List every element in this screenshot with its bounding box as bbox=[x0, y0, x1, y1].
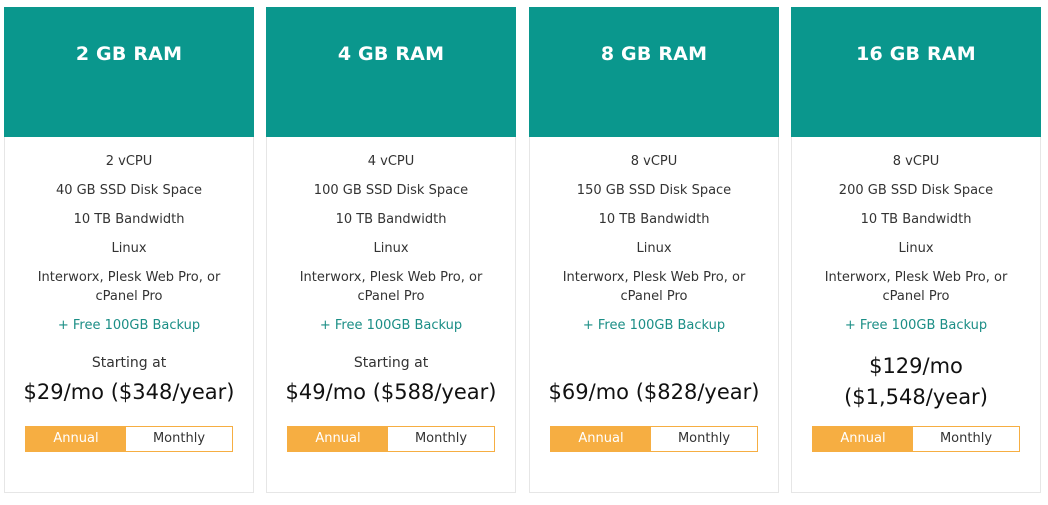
price-monthly: $49/mo bbox=[285, 380, 366, 404]
feature-control-panel: Interworx, Plesk Web Pro, or cPanel Pro bbox=[299, 270, 483, 304]
feature-disk: 200 GB SSD Disk Space bbox=[838, 183, 994, 198]
monthly-option[interactable]: Monthly bbox=[388, 427, 494, 451]
plan-title: 4 GB RAM bbox=[266, 7, 516, 137]
plan-title: 16 GB RAM bbox=[791, 7, 1041, 137]
price-block: $69/mo ($828/year) bbox=[530, 353, 778, 408]
annual-option[interactable]: Annual bbox=[288, 427, 388, 451]
price-monthly: $29/mo bbox=[23, 380, 104, 404]
feature-list: 8 vCPU 150 GB SSD Disk Space 10 TB Bandw… bbox=[530, 137, 778, 335]
feature-bandwidth: 10 TB Bandwidth bbox=[73, 212, 185, 227]
price: $49/mo ($588/year) bbox=[267, 376, 515, 408]
feature-backup: + Free 100GB Backup bbox=[582, 318, 726, 333]
price-yearly: ($1,548/year) bbox=[844, 385, 988, 409]
feature-disk: 40 GB SSD Disk Space bbox=[55, 183, 203, 198]
feature-control-panel: Interworx, Plesk Web Pro, or cPanel Pro bbox=[824, 270, 1008, 304]
feature-list: 2 vCPU 40 GB SSD Disk Space 10 TB Bandwi… bbox=[5, 137, 253, 335]
feature-list: 4 vCPU 100 GB SSD Disk Space 10 TB Bandw… bbox=[267, 137, 515, 335]
feature-os: Linux bbox=[373, 241, 409, 256]
price-monthly: $129/mo bbox=[869, 354, 963, 378]
price-monthly: $69/mo bbox=[548, 380, 629, 404]
plan-card-4gb: 4 GB RAM 4 vCPU 100 GB SSD Disk Space 10… bbox=[266, 7, 516, 493]
monthly-option[interactable]: Monthly bbox=[913, 427, 1019, 451]
feature-os: Linux bbox=[898, 241, 934, 256]
billing-toggle: Annual Monthly bbox=[550, 426, 758, 452]
price: $129/mo ($1,548/year) bbox=[792, 351, 1040, 413]
feature-backup: + Free 100GB Backup bbox=[319, 318, 463, 333]
plan-title: 2 GB RAM bbox=[4, 7, 254, 137]
monthly-option[interactable]: Monthly bbox=[651, 427, 757, 451]
annual-option[interactable]: Annual bbox=[813, 427, 913, 451]
monthly-option[interactable]: Monthly bbox=[126, 427, 232, 451]
price: $69/mo ($828/year) bbox=[530, 376, 778, 408]
starting-at-label: Starting at bbox=[91, 355, 167, 371]
price-block: $129/mo ($1,548/year) bbox=[792, 353, 1040, 413]
feature-cpu: 8 vCPU bbox=[892, 154, 940, 169]
price: $29/mo ($348/year) bbox=[5, 376, 253, 408]
feature-list: 8 vCPU 200 GB SSD Disk Space 10 TB Bandw… bbox=[792, 137, 1040, 335]
feature-disk: 150 GB SSD Disk Space bbox=[576, 183, 732, 198]
feature-cpu: 4 vCPU bbox=[367, 154, 415, 169]
feature-bandwidth: 10 TB Bandwidth bbox=[335, 212, 447, 227]
price-block: Starting at $29/mo ($348/year) bbox=[5, 353, 253, 408]
feature-control-panel: Interworx, Plesk Web Pro, or cPanel Pro bbox=[37, 270, 221, 304]
feature-disk: 100 GB SSD Disk Space bbox=[313, 183, 469, 198]
price-block: Starting at $49/mo ($588/year) bbox=[267, 353, 515, 408]
feature-cpu: 8 vCPU bbox=[630, 154, 678, 169]
price-yearly: ($588/year) bbox=[372, 380, 497, 404]
feature-os: Linux bbox=[636, 241, 672, 256]
feature-backup: + Free 100GB Backup bbox=[844, 318, 988, 333]
billing-toggle: Annual Monthly bbox=[812, 426, 1020, 452]
feature-backup: + Free 100GB Backup bbox=[57, 318, 201, 333]
feature-bandwidth: 10 TB Bandwidth bbox=[598, 212, 710, 227]
price-yearly: ($348/year) bbox=[110, 380, 235, 404]
billing-toggle: Annual Monthly bbox=[287, 426, 495, 452]
feature-bandwidth: 10 TB Bandwidth bbox=[860, 212, 972, 227]
plan-title: 8 GB RAM bbox=[529, 7, 779, 137]
pricing-plans: 2 GB RAM 2 vCPU 40 GB SSD Disk Space 10 … bbox=[0, 0, 1048, 505]
feature-os: Linux bbox=[111, 241, 147, 256]
starting-at-label: Starting at bbox=[353, 355, 429, 371]
plan-card-8gb: 8 GB RAM 8 vCPU 150 GB SSD Disk Space 10… bbox=[529, 7, 779, 493]
plan-card-16gb: 16 GB RAM 8 vCPU 200 GB SSD Disk Space 1… bbox=[791, 7, 1041, 493]
billing-toggle: Annual Monthly bbox=[25, 426, 233, 452]
annual-option[interactable]: Annual bbox=[551, 427, 651, 451]
starting-at-label bbox=[530, 353, 778, 373]
plan-card-2gb: 2 GB RAM 2 vCPU 40 GB SSD Disk Space 10 … bbox=[4, 7, 254, 493]
annual-option[interactable]: Annual bbox=[26, 427, 126, 451]
feature-control-panel: Interworx, Plesk Web Pro, or cPanel Pro bbox=[562, 270, 746, 304]
price-yearly: ($828/year) bbox=[635, 380, 760, 404]
feature-cpu: 2 vCPU bbox=[105, 154, 153, 169]
